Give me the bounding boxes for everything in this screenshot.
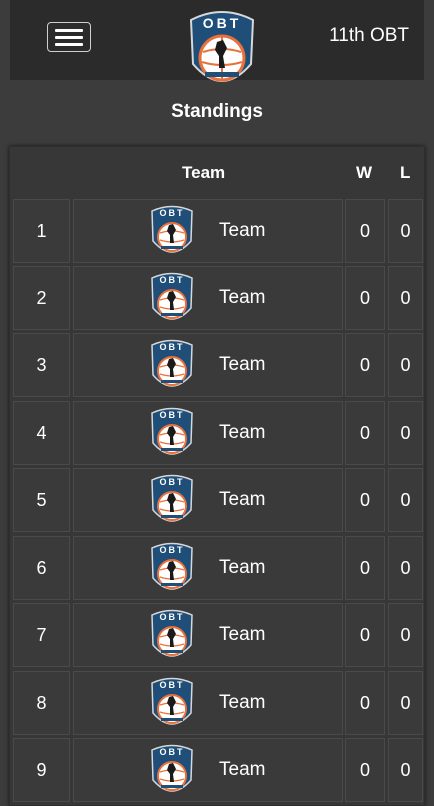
wins-cell: 0 (345, 468, 385, 532)
wins-cell: 0 (345, 266, 385, 330)
obt-logo[interactable]: OBT (185, 6, 259, 94)
team-cell[interactable]: OBT Team (73, 536, 343, 600)
losses-cell: 0 (388, 536, 423, 600)
svg-text:OBT: OBT (160, 680, 185, 690)
team-name: Team (219, 692, 266, 713)
team-logo-icon: OBT (151, 205, 193, 253)
team-cell[interactable]: OBT Team (73, 468, 343, 532)
losses-cell: 0 (388, 199, 423, 263)
team-cell[interactable]: OBT Team (73, 266, 343, 330)
wins-cell: 0 (345, 671, 385, 735)
svg-text:OBT: OBT (160, 410, 185, 420)
team-name: Team (219, 624, 266, 645)
team-name: Team (219, 287, 266, 308)
column-header-wins: W (356, 163, 373, 182)
team-logo-icon: OBT (151, 272, 193, 320)
team-cell[interactable]: OBT Team (73, 401, 343, 465)
team-logo-icon: OBT (151, 407, 193, 455)
svg-text:OBT: OBT (203, 15, 242, 31)
team-cell[interactable]: OBT Team (73, 333, 343, 397)
team-name: Team (219, 220, 266, 241)
team-cell[interactable]: OBT Team (73, 671, 343, 735)
team-logo-icon: OBT (151, 542, 193, 590)
team-name: Team (219, 489, 266, 510)
team-logo-icon: OBT (151, 474, 193, 522)
svg-text:OBT: OBT (160, 477, 185, 487)
svg-text:OBT: OBT (160, 342, 185, 352)
table-row[interactable]: 7 OBT Team 0 0 (13, 603, 423, 667)
losses-cell: 0 (388, 671, 423, 735)
svg-text:OBT: OBT (160, 545, 185, 555)
rank-cell: 3 (13, 333, 70, 397)
table-row[interactable]: 8 OBT Team 0 0 (13, 671, 423, 735)
losses-cell: 0 (388, 333, 423, 397)
losses-cell: 0 (388, 401, 423, 465)
losses-cell: 0 (388, 266, 423, 330)
wins-cell: 0 (345, 738, 385, 802)
table-row[interactable]: 6 OBT Team 0 0 (13, 536, 423, 600)
team-cell[interactable]: OBT Team (73, 603, 343, 667)
team-logo-icon: OBT (151, 677, 193, 725)
svg-text:OBT: OBT (160, 208, 185, 218)
rank-cell: 9 (13, 738, 70, 802)
team-name: Team (219, 422, 266, 443)
table-row[interactable]: 1 OBT Team 0 0 (13, 199, 423, 263)
page-title: Standings (171, 101, 263, 122)
team-cell[interactable]: OBT Team (73, 199, 343, 263)
app-title: 11th OBT (329, 25, 409, 46)
rank-cell: 1 (13, 199, 70, 263)
rank-cell: 5 (13, 468, 70, 532)
hamburger-menu-button[interactable] (47, 22, 91, 52)
menu-icon-bar (55, 29, 83, 32)
rank-cell: 7 (13, 603, 70, 667)
losses-cell: 0 (388, 468, 423, 532)
team-logo-icon: OBT (151, 339, 193, 387)
table-row[interactable]: 9 OBT Team 0 0 (13, 738, 423, 802)
rank-cell: 4 (13, 401, 70, 465)
team-name: Team (219, 354, 266, 375)
team-cell[interactable]: OBT Team (73, 738, 343, 802)
wins-cell: 0 (345, 333, 385, 397)
rank-cell: 6 (13, 536, 70, 600)
rank-cell: 8 (13, 671, 70, 735)
standings-table: Team W L 1 OBT Team 0 0 2 OBT Team 0 0 3… (9, 146, 425, 806)
team-name: Team (219, 759, 266, 780)
wins-cell: 0 (345, 536, 385, 600)
svg-text:OBT: OBT (160, 747, 185, 757)
column-header-losses: L (400, 163, 411, 182)
table-row[interactable]: 5 OBT Team 0 0 (13, 468, 423, 532)
table-row[interactable]: 2 OBT Team 0 0 (13, 266, 423, 330)
menu-icon-bar (55, 36, 83, 39)
rank-cell: 2 (13, 266, 70, 330)
wins-cell: 0 (345, 199, 385, 263)
wins-cell: 0 (345, 603, 385, 667)
team-logo-icon: OBT (151, 609, 193, 657)
table-row[interactable]: 3 OBT Team 0 0 (13, 333, 423, 397)
losses-cell: 0 (388, 738, 423, 802)
losses-cell: 0 (388, 603, 423, 667)
team-logo-icon: OBT (151, 744, 193, 792)
table-row[interactable]: 4 OBT Team 0 0 (13, 401, 423, 465)
table-header: Team W L (10, 147, 424, 197)
wins-cell: 0 (345, 401, 385, 465)
team-name: Team (219, 557, 266, 578)
menu-icon-bar (55, 43, 83, 46)
column-header-team: Team (182, 163, 226, 182)
svg-text:OBT: OBT (160, 612, 185, 622)
svg-text:OBT: OBT (160, 275, 185, 285)
